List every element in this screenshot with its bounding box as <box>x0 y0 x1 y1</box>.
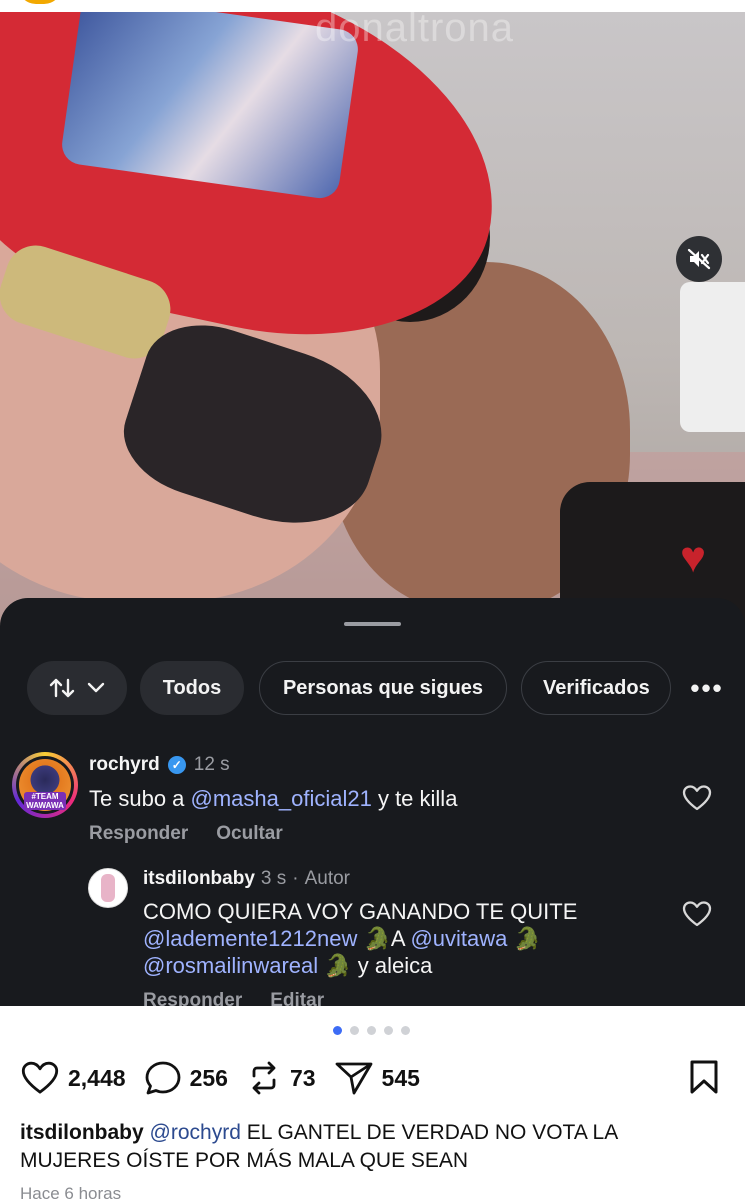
sheet-grabber[interactable] <box>344 622 401 626</box>
comments-count: 256 <box>189 1064 228 1091</box>
comment-header: itsdilonbaby 3 s · Autor <box>143 868 350 890</box>
filter-chip-verified[interactable]: Verificados <box>521 661 671 715</box>
comment-text-prefix: Te subo a <box>89 786 191 811</box>
video-watermark: donaltrona <box>315 12 515 50</box>
send-icon <box>335 1062 372 1095</box>
verified-badge-icon: ✓ <box>167 756 186 774</box>
comment-header: rochyrd ✓ 12 s <box>89 754 230 776</box>
comment-action[interactable]: 256 <box>144 1060 228 1096</box>
comment-filters: Todos Personas que sigues Verificados ••… <box>27 661 745 715</box>
mention-link[interactable]: @masha_oficial21 <box>191 786 372 811</box>
comment-time: 12 s <box>193 754 230 775</box>
like-action[interactable]: 2,448 <box>20 1060 126 1096</box>
edit-button[interactable]: Editar <box>270 990 324 1006</box>
carousel-dot[interactable] <box>401 1026 410 1035</box>
repost-action[interactable]: 73 <box>246 1060 316 1096</box>
bookmark-icon[interactable] <box>688 1059 720 1095</box>
hide-button[interactable]: Ocultar <box>216 823 283 845</box>
comment-line: @rosmailinwareal 🐊 y aleica <box>143 952 683 979</box>
comment-bubble-icon <box>145 1061 180 1095</box>
carousel-dot[interactable] <box>333 1026 342 1035</box>
comment-actions: Responder Editar <box>143 990 324 1006</box>
shares-count: 545 <box>381 1064 420 1091</box>
post-timestamp: Hace 6 horas <box>20 1184 122 1199</box>
speaker-muted-icon <box>687 248 711 270</box>
carousel-indicator <box>333 1026 410 1035</box>
comment-time: 3 s <box>260 868 287 889</box>
heart-outline-icon[interactable] <box>682 784 712 812</box>
post-actions-bar: 2,448 256 73 545 <box>20 1058 438 1098</box>
caption-mention[interactable]: @rochyrd <box>150 1121 241 1144</box>
filter-chip-todos[interactable]: Todos <box>140 661 244 715</box>
profile-avatar-peek[interactable] <box>18 0 62 4</box>
mention-link[interactable]: @rosmailinwareal <box>143 953 318 978</box>
comment-username[interactable]: rochyrd <box>89 754 160 776</box>
comment-emoji-text: 🐊A <box>357 926 411 951</box>
comments-sheet: Todos Personas que sigues Verificados ••… <box>0 598 745 1006</box>
sort-arrows-icon <box>49 678 75 698</box>
share-action[interactable]: 545 <box>334 1060 420 1096</box>
floating-heart-icon: ♥ <box>679 533 707 582</box>
reply-item: itsdilonbaby 3 s · Autor COMO QUIERA VOY… <box>0 862 745 1006</box>
post-caption: itsdilonbaby @rochyrd EL GANTEL DE VERDA… <box>20 1119 720 1175</box>
reply-button[interactable]: Responder <box>89 823 188 845</box>
comment-username[interactable]: itsdilonbaby <box>143 868 255 890</box>
post-video[interactable]: donaltrona <box>0 12 745 632</box>
comment-text-suffix: 🐊 y aleica <box>318 953 433 978</box>
heart-outline-icon[interactable] <box>682 900 712 928</box>
carousel-dot[interactable] <box>384 1026 393 1035</box>
reposts-count: 73 <box>289 1064 316 1091</box>
likes-count: 2,448 <box>68 1064 126 1091</box>
carousel-dot[interactable] <box>350 1026 359 1035</box>
avatar-art <box>101 874 115 902</box>
comment-text: COMO QUIERA VOY GANANDO TE QUITE @lademe… <box>143 898 683 979</box>
avatar-tag: #TEAM WAWAWA <box>24 792 66 810</box>
mention-link[interactable]: @lademente1212new <box>143 926 357 951</box>
author-label: Autor <box>304 868 351 889</box>
repost-icon <box>252 1061 276 1095</box>
heart-icon <box>21 1061 59 1094</box>
comment-emoji-text: 🐊 <box>507 926 541 951</box>
carousel-dot[interactable] <box>367 1026 376 1035</box>
more-options-button[interactable]: ••• <box>687 673 727 703</box>
comment-text-suffix: y te killa <box>371 786 458 811</box>
comment-line: COMO QUIERA VOY GANANDO TE QUITE <box>143 899 578 924</box>
mute-button[interactable] <box>676 236 722 282</box>
sort-button[interactable] <box>27 661 127 715</box>
top-strip <box>0 0 745 12</box>
comment-item: #TEAM WAWAWA rochyrd ✓ 12 s Te subo a @m… <box>0 750 745 870</box>
caption-username[interactable]: itsdilonbaby <box>20 1121 144 1144</box>
meta-separator: · <box>292 868 299 889</box>
comment-line: @lademente1212new 🐊A @uvitawa 🐊 <box>143 925 683 952</box>
comment-actions: Responder Ocultar <box>89 823 283 845</box>
reply-button[interactable]: Responder <box>143 990 242 1006</box>
comment-text: Te subo a @masha_oficial21 y te killa <box>89 786 457 812</box>
video-cups <box>680 282 745 432</box>
mention-link[interactable]: @uvitawa <box>410 926 507 951</box>
chevron-down-icon <box>87 682 105 693</box>
filter-chip-following[interactable]: Personas que sigues <box>259 661 507 715</box>
